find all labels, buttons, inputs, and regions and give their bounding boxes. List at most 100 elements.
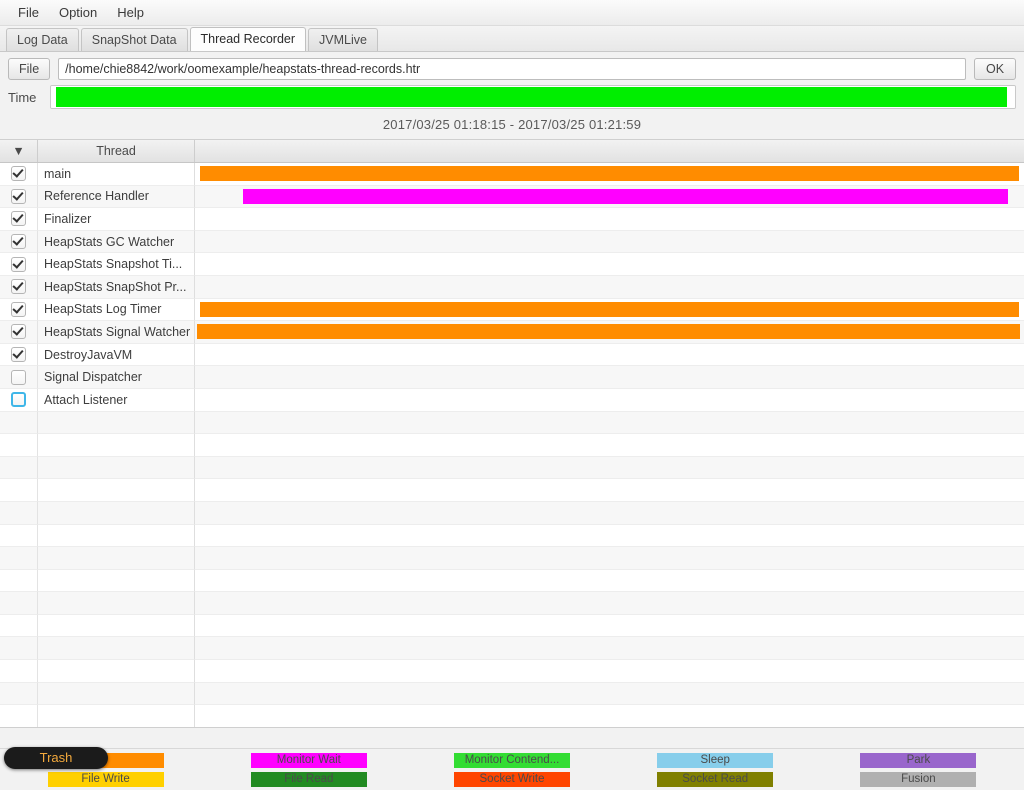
empty-cell xyxy=(0,614,38,638)
legend-cell: File Read xyxy=(207,771,410,788)
thread-timeline-cell[interactable] xyxy=(195,344,1024,367)
table-row[interactable]: HeapStats SnapShot Pr... xyxy=(0,275,1024,299)
thread-visibility-checkbox-cell[interactable] xyxy=(0,230,38,254)
legend-cell: Park xyxy=(817,752,1020,769)
thread-timeline-cell[interactable] xyxy=(195,253,1024,276)
empty-cell xyxy=(195,434,1024,457)
empty-cell xyxy=(0,501,38,525)
thread-name-cell: Signal Dispatcher xyxy=(38,366,195,389)
table-header-timeline[interactable] xyxy=(195,140,1024,162)
empty-cell xyxy=(0,479,38,502)
menu-item-help[interactable]: Help xyxy=(107,2,154,23)
checkbox-icon[interactable] xyxy=(11,234,26,250)
empty-cell xyxy=(195,660,1024,683)
thread-timeline-cell[interactable] xyxy=(195,389,1024,412)
application-window: File Option Help Log Data SnapShot Data Thre… xyxy=(0,0,1024,790)
table-row[interactable]: Reference Handler xyxy=(0,185,1024,209)
empty-cell xyxy=(195,457,1024,480)
checkbox-icon[interactable] xyxy=(11,256,26,272)
empty-cell xyxy=(38,569,195,593)
checkbox-icon[interactable] xyxy=(11,166,26,182)
checkbox-icon[interactable] xyxy=(11,188,26,204)
thread-timeline-cell[interactable] xyxy=(195,299,1024,322)
time-range-caption: 2017/03/25 01:18:15 - 2017/03/25 01:21:5… xyxy=(382,117,642,132)
thread-visibility-checkbox-cell[interactable] xyxy=(0,388,38,412)
table-row-empty xyxy=(0,434,1024,457)
tab-jvmlive[interactable]: JVMLive xyxy=(308,28,378,51)
table-row[interactable]: Attach Listener xyxy=(0,388,1024,412)
thread-visibility-checkbox-cell[interactable] xyxy=(0,343,38,367)
table-row[interactable]: Finalizer xyxy=(0,208,1024,231)
empty-cell xyxy=(38,705,195,727)
thread-timeline-cell[interactable] xyxy=(195,163,1024,186)
legend-cell: File Write xyxy=(4,771,207,788)
menu-item-file[interactable]: File xyxy=(8,2,49,23)
thread-visibility-checkbox-cell[interactable] xyxy=(0,298,38,322)
thread-visibility-checkbox-cell[interactable] xyxy=(0,253,38,276)
timeline-bar[interactable] xyxy=(199,166,1020,181)
file-path-input[interactable]: /home/chie8842/work/oomexample/heapstats… xyxy=(58,58,966,80)
checkmark-icon xyxy=(12,302,24,314)
checkbox-icon[interactable] xyxy=(11,301,26,317)
legend-cell: Fusion xyxy=(817,771,1020,788)
thread-timeline-cell[interactable] xyxy=(195,366,1024,389)
table-header-sort-indicator[interactable]: ▼ xyxy=(0,140,38,162)
table-row-empty xyxy=(0,479,1024,502)
table-row[interactable]: Signal Dispatcher xyxy=(0,366,1024,389)
table-row[interactable]: HeapStats GC Watcher xyxy=(0,230,1024,254)
timeline-bar[interactable] xyxy=(197,324,1020,340)
thread-name-cell: DestroyJavaVM xyxy=(38,343,195,367)
table-row[interactable]: DestroyJavaVM xyxy=(0,343,1024,367)
legend-chip-monitor-wait: Monitor Wait xyxy=(250,753,367,768)
table-row-empty xyxy=(0,614,1024,638)
timeline-bar[interactable] xyxy=(243,188,1009,204)
legend-cell: Monitor Wait xyxy=(207,752,410,769)
thread-timeline-cell[interactable] xyxy=(195,276,1024,299)
timeline-bar[interactable] xyxy=(199,301,1020,317)
file-row: File /home/chie8842/work/oomexample/heap… xyxy=(0,52,1024,84)
empty-cell xyxy=(195,615,1024,638)
thread-visibility-checkbox-cell[interactable] xyxy=(0,208,38,231)
file-button[interactable]: File xyxy=(8,58,51,80)
thread-visibility-checkbox-cell[interactable] xyxy=(0,366,38,389)
empty-cell xyxy=(38,456,195,480)
thread-visibility-checkbox-cell[interactable] xyxy=(0,163,38,186)
table-header-thread[interactable]: Thread xyxy=(38,140,195,162)
empty-cell xyxy=(195,412,1024,435)
thread-timeline-cell[interactable] xyxy=(195,208,1024,231)
time-range-handle-left[interactable] xyxy=(51,86,56,108)
table-row[interactable]: HeapStats Snapshot Ti... xyxy=(0,253,1024,276)
checkbox-icon[interactable] xyxy=(11,211,26,227)
checkbox-icon[interactable] xyxy=(11,392,26,408)
thread-visibility-checkbox-cell[interactable] xyxy=(0,275,38,299)
checkbox-icon[interactable] xyxy=(11,279,26,295)
time-row: Time xyxy=(0,84,1024,113)
table-row[interactable]: HeapStats Signal Watcher xyxy=(0,321,1024,344)
thread-timeline-cell[interactable] xyxy=(195,186,1024,209)
tab-thread-recorder[interactable]: Thread Recorder xyxy=(189,27,307,51)
thread-timeline-cell[interactable] xyxy=(195,231,1024,254)
checkbox-icon[interactable] xyxy=(11,324,26,340)
checkbox-icon[interactable] xyxy=(11,369,26,385)
thread-visibility-checkbox-cell[interactable] xyxy=(0,321,38,344)
thread-timeline-cell[interactable] xyxy=(195,321,1024,344)
checkmark-icon xyxy=(12,166,24,179)
time-range-handle-right[interactable] xyxy=(1007,86,1015,108)
table-row[interactable]: main xyxy=(0,163,1024,186)
menu-item-option[interactable]: Option xyxy=(49,2,107,23)
table-row-empty xyxy=(0,705,1024,727)
table-row[interactable]: HeapStats Log Timer xyxy=(0,298,1024,322)
ok-button[interactable]: OK xyxy=(974,58,1016,80)
empty-cell xyxy=(0,547,38,570)
tab-snapshot-data[interactable]: SnapShot Data xyxy=(80,28,188,51)
empty-cell xyxy=(195,525,1024,548)
empty-cell xyxy=(38,637,195,661)
table-body: main Reference Handler Finalizer HeapStats … xyxy=(0,163,1024,727)
time-range-slider[interactable] xyxy=(50,85,1016,109)
empty-cell xyxy=(0,456,38,480)
checkbox-icon[interactable] xyxy=(11,347,26,363)
thread-visibility-checkbox-cell[interactable] xyxy=(0,185,38,209)
tab-log-data[interactable]: Log Data xyxy=(6,28,79,51)
legend-chip-park: Park xyxy=(860,753,977,768)
table-row-empty xyxy=(0,547,1024,570)
